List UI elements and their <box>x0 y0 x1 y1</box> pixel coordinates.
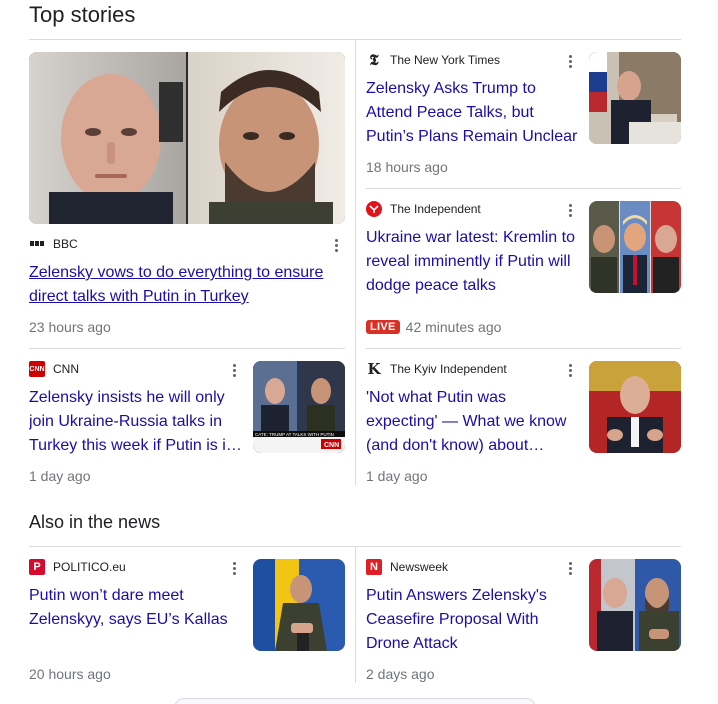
politico-story-image[interactable] <box>253 559 345 651</box>
kyiv-source-name: The Kyiv Independent <box>390 362 507 376</box>
nyt-story-image[interactable] <box>589 52 681 144</box>
newsweek-story-image[interactable] <box>589 559 681 651</box>
more-news-button[interactable] <box>174 698 536 704</box>
politico-headline[interactable]: Putin won’t dare meet Zelenskyy, says EU… <box>29 584 244 632</box>
cnn-thumb-caption: CATE: TRUMP AT TALKS WITH PUTIN <box>255 432 334 437</box>
newsweek-time: 2 days ago <box>366 666 435 682</box>
kyiv-source[interactable]: K The Kyiv Independent <box>366 360 507 378</box>
kyiv-headline[interactable]: 'Not what Putin was expecting' — What we… <box>366 386 581 458</box>
politico-more-options-icon[interactable] <box>224 558 244 578</box>
cnn-story-image[interactable]: CNN CATE: TRUMP AT TALKS WITH PUTIN <box>253 361 345 453</box>
independent-time: 42 minutes ago <box>405 319 502 335</box>
left-divider <box>29 348 345 349</box>
cnn-headline[interactable]: Zelensky insists he will only join Ukrai… <box>29 386 244 458</box>
politico-source[interactable]: P POLITICO.eu <box>29 559 126 575</box>
cnn-source-name: CNN <box>53 362 79 376</box>
also-column-divider <box>355 547 356 683</box>
cnn-source[interactable]: CNN CNN <box>29 361 79 377</box>
right-divider-2 <box>366 348 681 349</box>
politico-source-name: POLITICO.eu <box>53 560 126 574</box>
independent-logo-icon <box>366 201 382 217</box>
nyt-logo-icon: 𝕿 <box>369 51 379 69</box>
independent-story-image[interactable] <box>589 201 681 293</box>
live-badge: LIVE <box>366 320 400 334</box>
kyiv-independent-logo-icon: K <box>367 360 381 378</box>
politico-time: 20 hours ago <box>29 666 111 682</box>
nyt-source-name: The New York Times <box>390 53 501 67</box>
independent-headline[interactable]: Ukraine war latest: Kremlin to reveal im… <box>366 226 581 298</box>
independent-more-options-icon[interactable] <box>560 200 580 220</box>
svg-text:CNN: CNN <box>324 442 339 449</box>
cnn-more-options-icon[interactable] <box>224 360 244 380</box>
independent-source[interactable]: The Independent <box>366 201 481 217</box>
bbc-source-name: BBC <box>53 237 78 251</box>
bbc-headline[interactable]: Zelensky vows to do everything to ensure… <box>29 261 339 309</box>
bbc-logo-icon <box>29 236 45 252</box>
right-divider-1 <box>366 188 681 189</box>
also-in-news-heading: Also in the news <box>29 512 161 532</box>
independent-source-name: The Independent <box>390 202 481 216</box>
newsweek-source-name: Newsweek <box>390 560 449 574</box>
newsweek-source[interactable]: N Newsweek <box>366 559 448 575</box>
newsweek-logo-icon: N <box>366 559 382 575</box>
column-divider <box>355 40 356 485</box>
politico-logo-icon: P <box>29 559 45 575</box>
newsweek-more-options-icon[interactable] <box>560 558 580 578</box>
nyt-source[interactable]: 𝕿 The New York Times <box>366 51 501 69</box>
cnn-time: 1 day ago <box>29 468 91 484</box>
bbc-source[interactable]: BBC <box>29 236 78 252</box>
bbc-more-options-icon[interactable] <box>326 235 346 255</box>
kyiv-story-image[interactable] <box>589 361 681 453</box>
bbc-story-image[interactable] <box>29 52 345 224</box>
nyt-more-options-icon[interactable] <box>560 51 580 71</box>
kyiv-time: 1 day ago <box>366 468 428 484</box>
bbc-time: 23 hours ago <box>29 319 111 335</box>
newsweek-headline[interactable]: Putin Answers Zelensky's Ceasefire Propo… <box>366 584 581 656</box>
independent-time-row: LIVE 42 minutes ago <box>366 319 501 335</box>
kyiv-more-options-icon[interactable] <box>560 360 580 380</box>
nyt-headline[interactable]: Zelensky Asks Trump to Attend Peace Talk… <box>366 77 581 149</box>
nyt-time: 18 hours ago <box>366 159 448 175</box>
top-stories-heading: Top stories <box>29 2 136 27</box>
cnn-logo-icon: CNN <box>29 361 45 377</box>
